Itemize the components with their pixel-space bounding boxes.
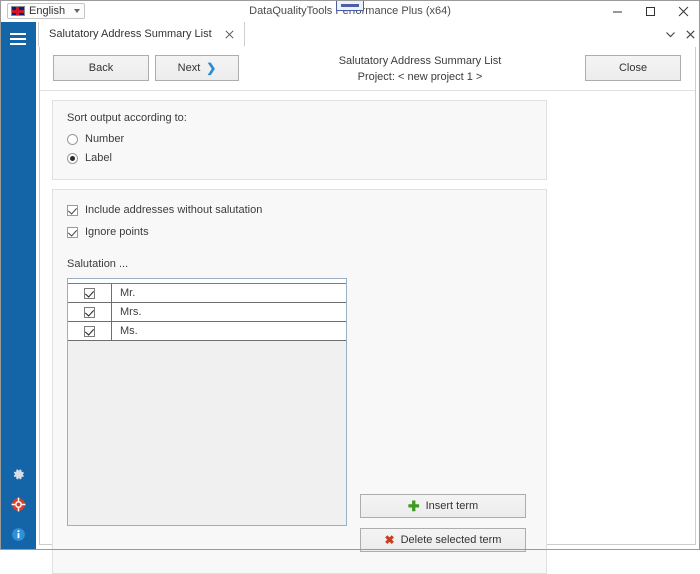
sort-options-panel: Sort output according to: Number Label [52,100,547,180]
content-host: Back Next ❯ Salutatory Address Summary L… [36,47,700,550]
row-checkbox-cell[interactable] [68,284,112,302]
info-icon [11,527,26,542]
gear-icon [11,467,26,482]
tab-list-chevron-down-icon[interactable] [665,29,676,40]
table-row[interactable]: Mrs. [68,303,346,322]
delete-selected-term-button[interactable]: ✖ Delete selected term [360,528,526,552]
checkbox-include-icon [67,205,78,216]
left-sidebar [0,22,36,550]
sidebar-item-support[interactable] [0,491,36,517]
checkbox-ignore-points[interactable]: Ignore points [67,226,149,238]
radio-option-label[interactable]: Label [67,152,112,164]
tab-label: Salutatory Address Summary List [49,28,212,40]
row-checkbox-cell[interactable] [68,322,112,340]
uk-flag-icon [11,6,25,16]
next-button-label: Next [178,62,201,74]
radio-number-icon [67,134,78,145]
salutation-list-label: Salutation ... [67,258,128,270]
radio-label-icon [67,153,78,164]
tab-salutatory-address-summary-list[interactable]: Salutatory Address Summary List [38,22,245,47]
page-title: Salutatory Address Summary List [250,53,590,69]
row-checkbox-cell[interactable] [68,303,112,321]
sidebar-item-settings[interactable] [0,461,36,487]
delete-term-label: Delete selected term [401,534,502,546]
application-window: DataQualityTools Performance Plus (x64) … [0,0,700,550]
wizard-header-bar: Back Next ❯ Salutatory Address Summary L… [40,47,695,91]
back-button-label: Back [89,62,113,74]
tab-close-icon[interactable] [224,28,236,40]
checkbox-ignore-points-icon [67,227,78,238]
insert-term-label: Insert term [426,500,479,512]
row-checkbox-icon [84,307,95,318]
sidebar-item-about[interactable] [0,521,36,547]
chevron-right-icon: ❯ [206,62,216,74]
checkbox-include-label: Include addresses without salutation [85,204,262,216]
close-button-label: Close [619,62,647,74]
checkbox-ignore-points-label: Ignore points [85,226,149,238]
chevron-down-icon [74,9,80,13]
title-bar: DataQualityTools Performance Plus (x64) … [0,0,700,23]
tab-strip: Salutatory Address Summary List [36,22,700,48]
row-checkbox-icon [84,288,95,299]
row-label: Mr. [112,287,346,299]
radio-number-label: Number [85,133,124,145]
checkbox-include-addresses-without-salutation[interactable]: Include addresses without salutation [67,204,262,216]
language-label: English [29,4,74,18]
sort-panel-title: Sort output according to: [67,112,187,124]
window-drag-handle[interactable] [336,0,364,11]
salutation-panel: Include addresses without salutation Ign… [52,189,547,574]
plus-icon: ✚ [408,499,420,513]
language-selector[interactable]: English [7,3,85,19]
tab-strip-close-icon[interactable] [685,29,696,40]
hamburger-menu-icon[interactable] [0,22,36,56]
minimize-button[interactable] [601,0,634,22]
close-dialog-button[interactable]: Close [585,55,681,81]
row-checkbox-icon [84,326,95,337]
project-subtitle: Project: < new project 1 > [250,69,590,85]
insert-term-button[interactable]: ✚ Insert term [360,494,526,518]
back-button[interactable]: Back [53,55,149,81]
lifebuoy-icon [11,497,26,512]
table-row[interactable]: Ms. [68,322,346,341]
table-row[interactable]: Mr. [68,284,346,303]
radio-label-label: Label [85,152,112,164]
next-button[interactable]: Next ❯ [155,55,239,81]
cross-icon: ✖ [385,534,395,546]
maximize-button[interactable] [634,0,667,22]
content-panel: Back Next ❯ Salutatory Address Summary L… [39,47,696,545]
row-label: Ms. [112,325,346,337]
row-label: Mrs. [112,306,346,318]
tab-strip-controls [665,22,696,47]
close-button[interactable] [667,0,700,22]
radio-option-number[interactable]: Number [67,133,124,145]
window-controls [601,0,700,22]
salutation-list[interactable]: Mr. Mrs. Ms. [67,278,347,526]
